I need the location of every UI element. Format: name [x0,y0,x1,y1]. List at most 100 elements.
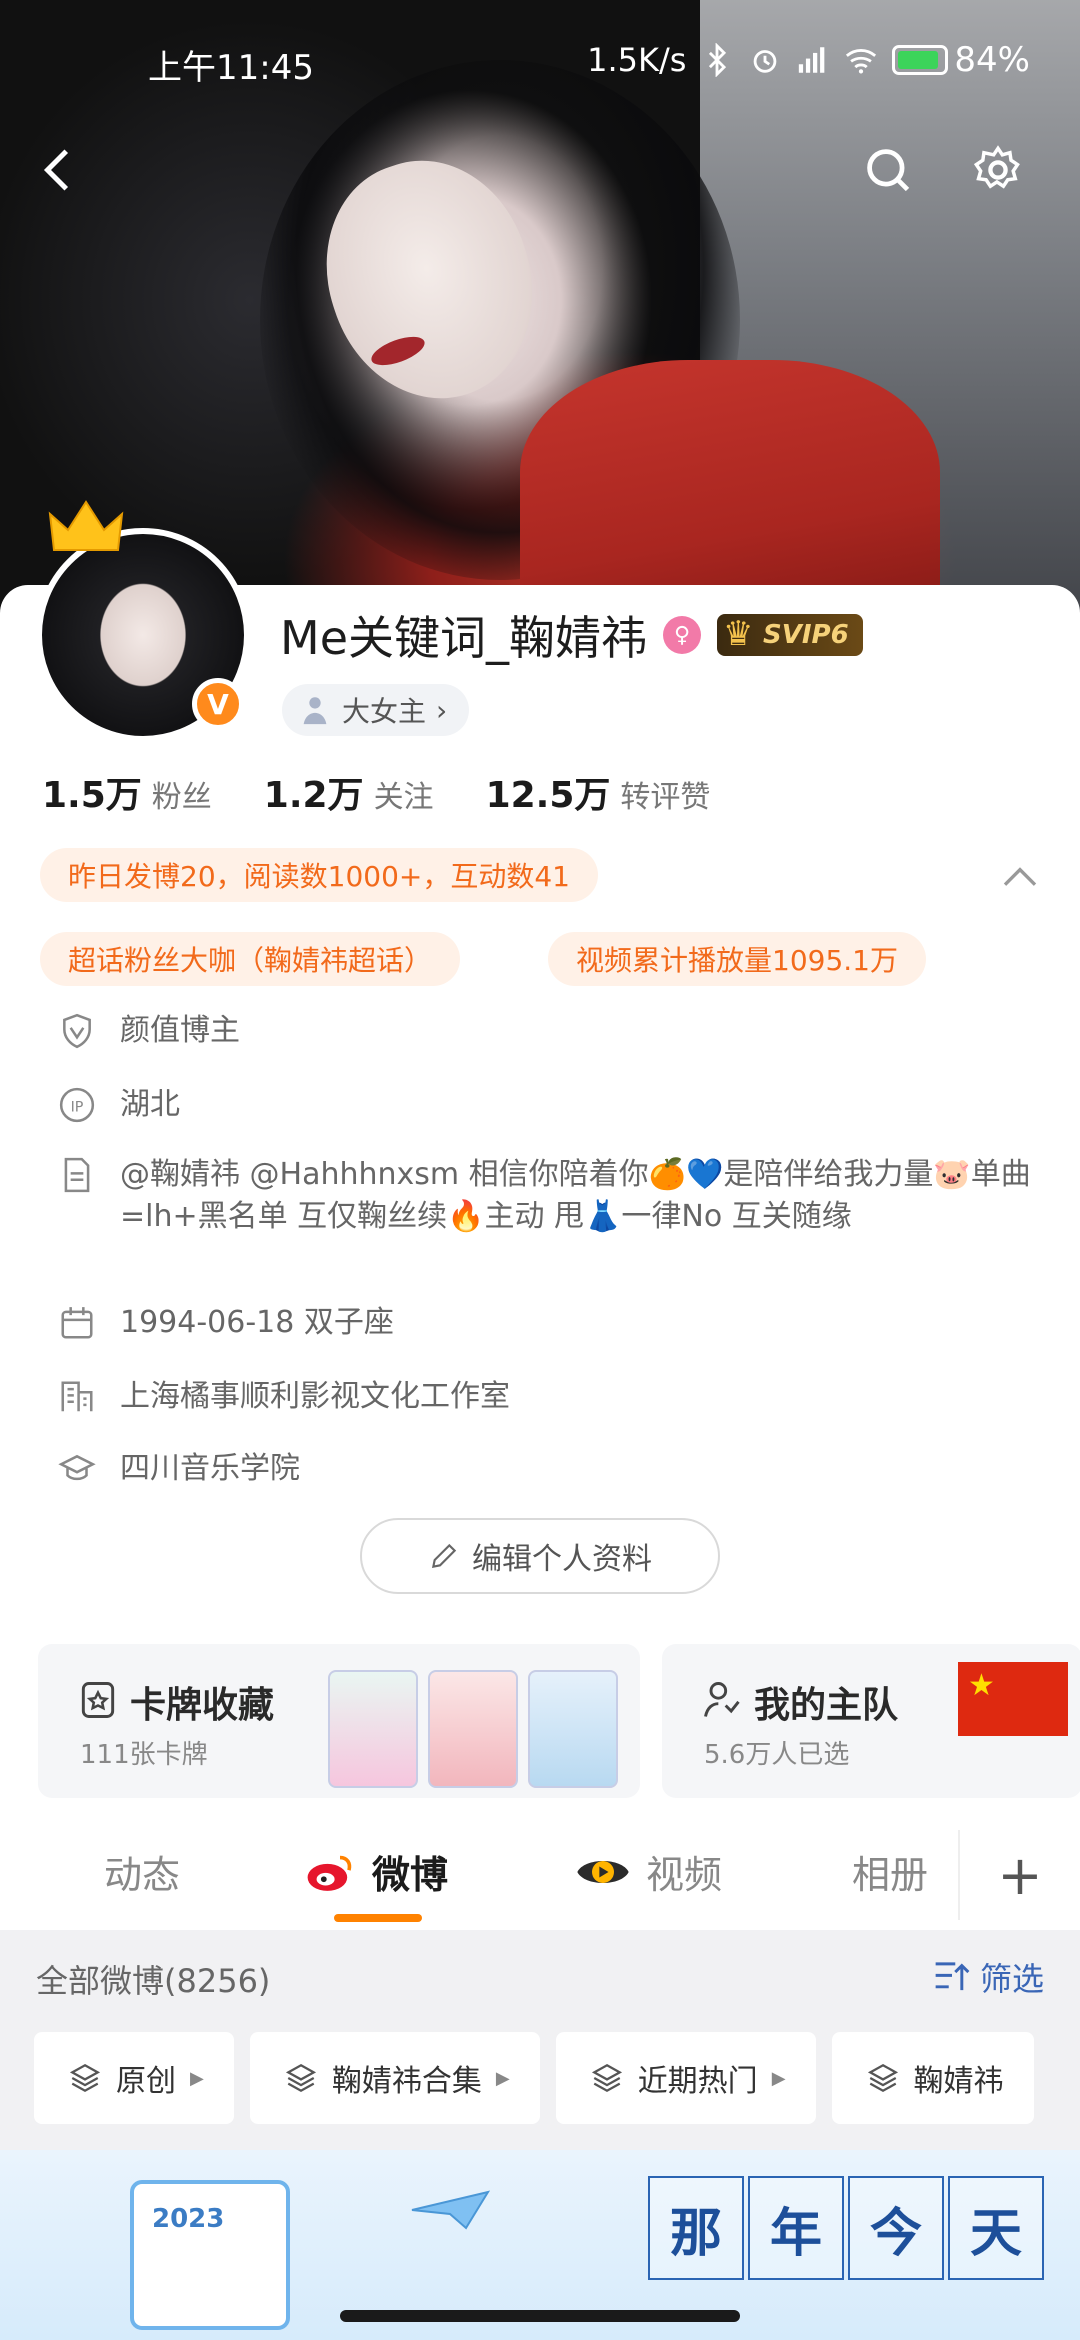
card-collection[interactable]: 卡牌收藏 111张卡牌 [38,1644,640,1798]
banner-title-char: 年 [748,2176,844,2280]
feed-header: 全部微博(8256) [36,1962,271,2000]
card-star-icon [81,1682,115,1718]
status-bar: 上午11:45 1.5K/s 84% [0,0,1080,120]
stat-following[interactable]: 1.2万 关注 [264,766,434,818]
graduation-cap-icon [58,1454,96,1481]
document-icon [64,1157,90,1193]
svip-badge[interactable]: SVIP6 [717,614,863,656]
feed-area: 全部微博(8256) 筛选 原创 ▶ 鞠婧祎合集 ▶ 近期热门 ▶ 鞠婧祎 [0,1930,1080,2150]
battery-indicator: 84% [892,40,1030,80]
status-time: 上午11:45 [148,48,314,88]
search-icon [867,149,910,192]
profile-stats: 1.5万 粉丝 1.2万 关注 12.5万 转评赞 [42,766,710,818]
edit-profile-label: 编辑个人资料 [472,1542,652,1577]
tab-label: 动态 [104,1853,181,1897]
username: Me关键词_鞠婧祎 [280,611,647,665]
info-bio-text: @鞠婧祎 @Hahhhnxsm 相信你陪着你🍊💙是陪伴给我力量🐷单曲=lh+黑名… [120,1157,1031,1234]
paper-plane-icon [411,2190,490,2230]
supertopic-chip[interactable]: 超话粉丝大咖（鞠婧祎超话） [40,932,461,986]
edit-profile-button[interactable]: 编辑个人资料 [360,1518,720,1594]
network-speed: 1.5K/s [587,41,687,79]
caret-right-icon: ▶ [495,2067,510,2089]
search-button[interactable] [848,130,928,210]
activity-chip[interactable]: 昨日发博20，阅读数1000+，互动数41 [40,848,598,902]
chevron-left-icon [43,149,69,191]
caret-right-icon: ▶ [190,2067,204,2089]
info-category: 颜值博主 [58,1010,240,1052]
chevron-up-icon[interactable] [1000,858,1040,898]
profile-tag-chip[interactable]: 大女主 › [282,684,470,736]
alarm-icon [754,50,777,73]
wifi-icon [846,49,877,74]
filter-button[interactable]: 筛选 [932,1954,1044,2000]
layers-icon [285,2063,316,2093]
tab-video[interactable]: 视频 [574,1844,722,1899]
card-collection-title: 卡牌收藏 [130,1685,275,1726]
filter-chip-original[interactable]: 原创 ▶ [34,2032,234,2124]
filter-label: 筛选 [979,1960,1044,1998]
banner-year: 2023 [152,2204,225,2234]
stat-label: 转评赞 [620,780,711,815]
gear-icon [973,145,1020,189]
video-eye-icon [577,1860,629,1883]
ip-location-icon: IP [59,1087,95,1123]
tab-album[interactable]: 相册 [852,1844,928,1899]
info-ip-text: 湖北 [120,1087,180,1122]
card-thumbnail [528,1670,618,1788]
card-team[interactable]: 我的主队 5.6万人已选 ★ [662,1644,1080,1798]
banner-title-char: 那 [648,2176,744,2280]
info-bio: @鞠婧祎 @Hahhhnxsm 相信你陪着你🍊💙是陪伴给我力量🐷单曲=lh+黑名… [58,1154,1040,1238]
stat-likes[interactable]: 12.5万 转评赞 [486,766,711,818]
calendar-illustration-icon: 2023 [130,2180,290,2330]
battery-icon [892,45,949,75]
filter-chip-hot[interactable]: 近期热门 ▶ [555,2032,816,2124]
feed-filter-chips: 原创 ▶ 鞠婧祎合集 ▶ 近期热门 ▶ 鞠婧祎 [34,2032,1034,2124]
filter-chip-more[interactable]: 鞠婧祎 [831,2032,1034,2124]
stat-followers[interactable]: 1.5万 粉丝 [42,766,212,818]
card-thumbnail [328,1670,418,1788]
filter-chip-label: 鞠婧祎合集 [331,2064,482,2099]
card-thumbnail [428,1670,518,1788]
banner-title-char: 天 [948,2176,1044,2280]
tab-label: 视频 [646,1853,723,1897]
avatar-wrap[interactable]: V [36,500,250,742]
banner-title: 那 年 今 天 [648,2176,1044,2280]
team-person-icon [704,1682,740,1717]
filter-chip-collection[interactable]: 鞠婧祎合集 ▶ [249,2032,540,2124]
add-tab-button[interactable]: + [958,1830,1080,1920]
weibo-logo-icon [307,1855,352,1891]
info-category-text: 颜值博主 [120,1013,240,1048]
svg-text:IP: IP [71,1099,84,1115]
info-company: 上海橘事顺利影视文化工作室 [58,1376,510,1418]
info-school-text: 四川音乐学院 [120,1451,300,1486]
tag-figure-icon [303,697,327,725]
pencil-icon [431,1543,457,1569]
stat-num: 1.2万 [263,775,364,816]
info-company-text: 上海橘事顺利影视文化工作室 [120,1379,510,1414]
stat-num: 1.5万 [42,775,142,816]
verified-shield-icon [63,1013,91,1049]
filter-chip-label: 原创 [116,2064,176,2099]
calendar-icon [61,1307,93,1339]
tab-label: 微博 [372,1853,449,1897]
profile-tag-label: 大女主 [342,695,427,728]
info-school: 四川音乐学院 [58,1448,300,1490]
female-gender-icon: ♀ [663,616,701,654]
settings-button[interactable] [958,130,1038,210]
china-flag-icon: ★ [958,1662,1068,1736]
status-icons: 1.5K/s 84% [587,40,1030,80]
layers-icon [69,2063,101,2093]
signal-icon [799,47,825,73]
video-plays-chip[interactable]: 视频累计播放量1095.1万 [548,932,926,986]
stat-label: 粉丝 [151,780,212,815]
back-button[interactable] [20,130,100,210]
content-tabs: 动态 微博 视频 相册 + [0,1820,1080,1930]
company-building-icon [61,1381,93,1412]
tab-weibo[interactable]: 微博 [304,1844,448,1899]
home-indicator[interactable] [340,2310,740,2322]
card-collection-sub: 111张卡牌 [80,1740,208,1770]
stat-label: 关注 [373,780,434,815]
tab-dynamic[interactable]: 动态 [104,1844,180,1899]
stat-num: 12.5万 [485,775,611,816]
banner-title-char: 今 [848,2176,944,2280]
